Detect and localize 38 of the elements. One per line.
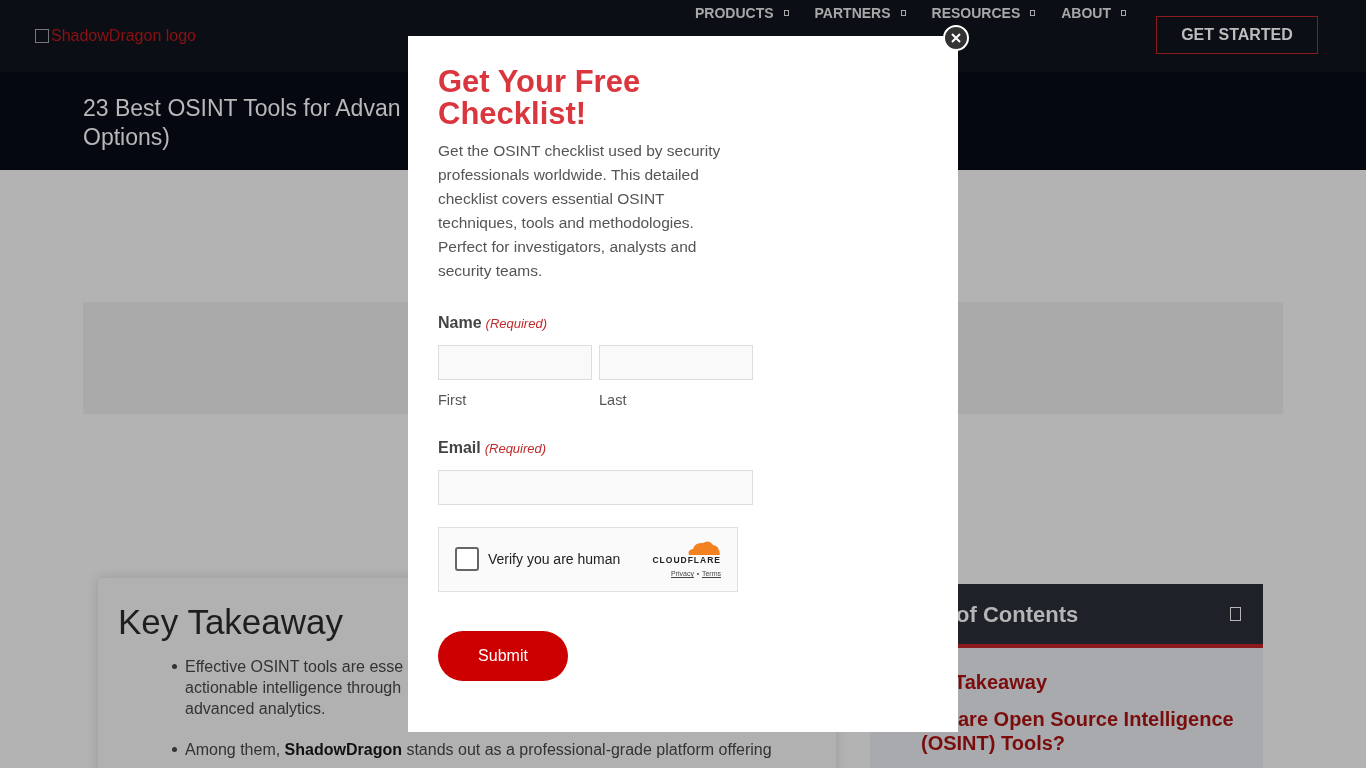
toc-link[interactable]: (OSINT) Tools? bbox=[870, 731, 1263, 755]
input-field[interactable] bbox=[438, 345, 592, 380]
bullet-text: Among them, ShadowDragon stands out as a professional-grade platform offering bbox=[185, 740, 772, 760]
nav-link[interactable]: RESOURCES bbox=[931, 6, 1021, 20]
caret-icon bbox=[1030, 10, 1036, 16]
nav-link[interactable]: PRODUCTS bbox=[695, 6, 774, 20]
page-title: 23 Best OSINT Tools for Advan bbox=[83, 94, 401, 123]
bullet-text: Effective OSINT tools are esse bbox=[185, 657, 404, 677]
toggle-icon[interactable] bbox=[1230, 607, 1241, 621]
field-label: Name bbox=[438, 313, 482, 333]
caret-icon bbox=[783, 10, 789, 16]
close-icon bbox=[951, 33, 961, 43]
sub-label: Last bbox=[599, 391, 628, 410]
input-field[interactable] bbox=[599, 345, 753, 380]
toc-title: of Contents bbox=[956, 600, 1079, 629]
required-note: (Required) bbox=[485, 315, 547, 333]
sub-label: First bbox=[438, 391, 468, 410]
required-note: (Required) bbox=[484, 439, 547, 458]
caret-icon bbox=[1121, 10, 1126, 16]
modal-title: Get Your Free Checklist! bbox=[438, 66, 642, 130]
takeaway-title: Key Takeaway bbox=[118, 602, 345, 642]
submit-button[interactable]: Submit bbox=[438, 630, 568, 681]
captcha-label: Verify you are human bbox=[488, 549, 621, 569]
nav-link[interactable]: PARTNERS bbox=[814, 6, 891, 20]
bullet-text: advanced analytics. bbox=[185, 699, 327, 719]
modal-description: Get the OSINT checklist used by security professionals worldwide. This detailed checklist covers essential OSINT techniques, tools and methodologies. Perfect for investigators, analysts and security teams. bbox=[438, 141, 722, 281]
nav-link[interactable]: ABOUT bbox=[1061, 6, 1111, 20]
page-title: Options) bbox=[83, 123, 170, 152]
get-started-button[interactable]: GET STARTED bbox=[1156, 16, 1318, 54]
captcha-checkbox[interactable] bbox=[455, 547, 479, 572]
bullet-icon bbox=[172, 664, 177, 669]
caret-icon bbox=[900, 10, 906, 16]
broken-image-icon bbox=[35, 29, 49, 43]
bullet-icon bbox=[172, 747, 177, 752]
input-field[interactable] bbox=[438, 469, 753, 505]
brand-name: CLOUDFLARE bbox=[652, 555, 721, 565]
bullet-text: actionable intelligence through bbox=[185, 678, 403, 698]
field-label: Email bbox=[438, 437, 481, 458]
